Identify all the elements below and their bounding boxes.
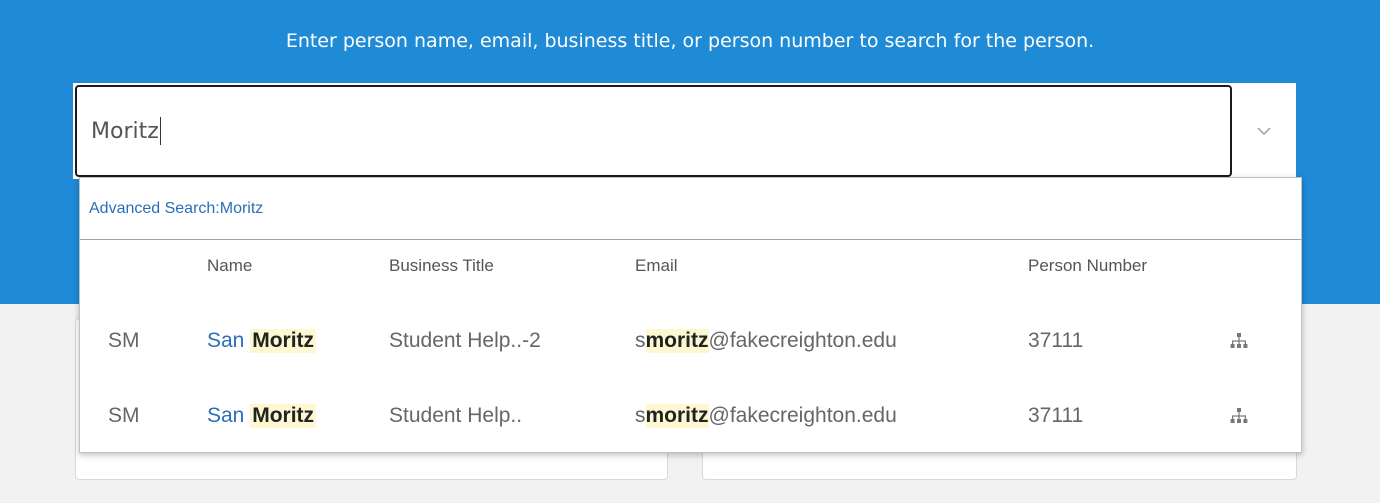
search-results-dropdown: Advanced Search:Moritz Name Business Tit…: [79, 177, 1302, 453]
search-input[interactable]: Moritz: [75, 85, 1232, 177]
column-header-email: Email: [635, 256, 678, 275]
email-prefix: s: [635, 404, 646, 427]
person-business-title: Student Help..-2: [389, 329, 541, 352]
chevron-down-icon: [1257, 127, 1271, 135]
email-match: moritz: [645, 329, 709, 353]
person-last-name-match: Moritz: [250, 404, 317, 428]
person-avatar-initials: SM: [108, 404, 140, 427]
text-cursor: [159, 117, 161, 145]
email-match: moritz: [645, 404, 709, 428]
result-row[interactable]: SM San Moritz Student Help.. s moritz @fak…: [80, 379, 1301, 453]
email-prefix: s: [635, 329, 646, 352]
column-header-name: Name: [207, 256, 253, 275]
person-name-link[interactable]: San Moritz: [207, 304, 317, 378]
email-domain: @fakecreighton.edu: [708, 404, 897, 427]
person-search-box: Moritz: [73, 83, 1296, 179]
person-number: 37111: [1028, 404, 1084, 427]
person-last-name-match: Moritz: [250, 329, 317, 353]
result-row[interactable]: SM San Moritz Student Help..-2 s moritz @f…: [80, 304, 1301, 378]
person-avatar-initials: SM: [108, 329, 140, 352]
person-first-name: San: [207, 404, 245, 427]
person-email: s moritz @fakecreighton.edu: [635, 379, 897, 453]
org-chart-icon: [1230, 408, 1248, 423]
column-header-person-number: Person Number: [1028, 256, 1148, 275]
person-first-name: San: [207, 329, 245, 352]
search-dropdown-button[interactable]: [1232, 83, 1296, 179]
org-chart-button[interactable]: [1230, 379, 1248, 453]
search-input-value: Moritz: [91, 118, 159, 144]
person-email: s moritz @fakecreighton.edu: [635, 304, 897, 378]
org-chart-icon: [1230, 333, 1248, 348]
advanced-search-row: Advanced Search:Moritz: [80, 178, 1301, 240]
advanced-search-link[interactable]: Advanced Search:Moritz: [89, 200, 263, 218]
person-name-link[interactable]: San Moritz: [207, 379, 317, 453]
person-business-title: Student Help..: [389, 404, 523, 427]
person-number: 37111: [1028, 329, 1084, 352]
search-instructions: Enter person name, email, business title…: [285, 30, 1095, 52]
column-header-business-title: Business Title: [389, 256, 494, 275]
email-domain: @fakecreighton.edu: [708, 329, 897, 352]
org-chart-button[interactable]: [1230, 304, 1248, 378]
